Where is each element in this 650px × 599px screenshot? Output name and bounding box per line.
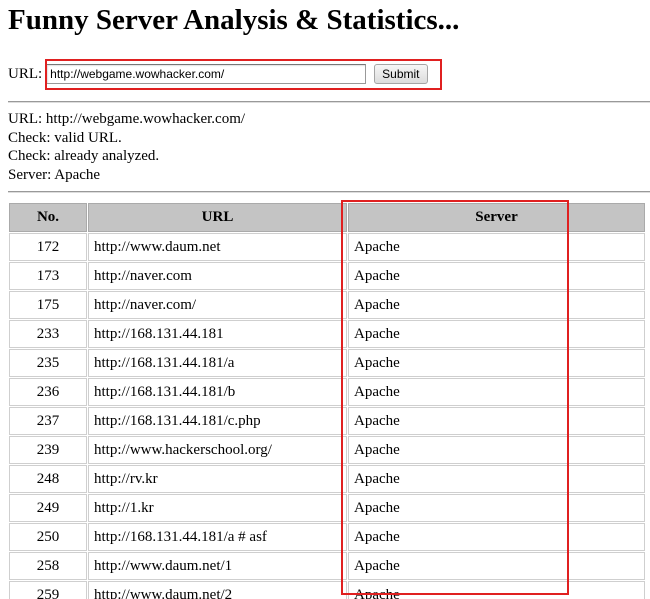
cell-url: http://rv.kr	[88, 465, 347, 493]
cell-no: 233	[9, 320, 87, 348]
table-row: 236 http://168.131.44.181/b Apache	[9, 378, 645, 406]
cell-no: 250	[9, 523, 87, 551]
cell-no: 172	[9, 233, 87, 261]
cell-server: Apache	[348, 349, 645, 377]
table-row: 175 http://naver.com/Apache	[9, 291, 645, 319]
submit-button[interactable]: Submit	[374, 64, 428, 84]
result-url-line: URL: http://webgame.wowhacker.com/	[8, 111, 246, 127]
cell-no: 259	[9, 581, 87, 599]
cell-server: Apache	[348, 233, 645, 261]
cell-url: http://1.kr	[88, 494, 347, 522]
cell-url: http://168.131.44.181/a	[88, 349, 347, 377]
url-label: URL:	[8, 65, 43, 82]
cell-url: http://naver.com	[88, 262, 347, 290]
result-server-line: Server: Apache	[8, 166, 101, 183]
table-row: 259 http://www.daum.net/2 Apache	[9, 581, 645, 599]
analysis-result: URL: http://webgame.wowhacker.com/ Check…	[8, 110, 245, 184]
cell-server: Apache	[348, 436, 645, 464]
cell-server: Apache	[348, 320, 645, 348]
cell-url: http://168.131.44.181/a # asf	[88, 523, 347, 551]
cell-no: 237	[9, 407, 87, 435]
cell-no: 173	[9, 262, 87, 290]
divider	[8, 191, 650, 193]
cell-server: Apache	[348, 465, 645, 493]
table-row: 250 http://168.131.44.181/a # asf Apache	[9, 523, 645, 551]
table-row: 239 http://www.hackerschool.org/Apache	[9, 436, 645, 464]
table-header-row: No. URL Server	[9, 203, 645, 232]
cell-server: Apache	[348, 407, 645, 435]
column-header-server: Server	[348, 203, 645, 232]
table-row: 235 http://168.131.44.181/a Apache	[9, 349, 645, 377]
cell-server: Apache	[348, 494, 645, 522]
column-header-url: URL	[88, 203, 347, 232]
cell-no: 258	[9, 552, 87, 580]
result-check-analyzed-line: Check: already analyzed.	[8, 148, 160, 164]
cell-server: Apache	[348, 291, 645, 319]
cell-no: 175	[9, 291, 87, 319]
cell-no: 235	[9, 349, 87, 377]
table-row: 172 http://www.daum.net Apache	[9, 233, 645, 261]
page-title: Funny Server Analysis & Statistics...	[8, 4, 460, 36]
cell-url: http://naver.com/	[88, 291, 347, 319]
cell-url: http://168.131.44.181/b	[88, 378, 347, 406]
table-row: 233 http://168.131.44.181 Apache	[9, 320, 645, 348]
cell-no: 236	[9, 378, 87, 406]
cell-url: http://168.131.44.181/c.php	[88, 407, 347, 435]
cell-server: Apache	[348, 378, 645, 406]
cell-url: http://www.daum.net/1	[88, 552, 347, 580]
url-form: URL: Submit	[8, 64, 428, 84]
page: Funny Server Analysis & Statistics... UR…	[0, 0, 650, 599]
cell-no: 248	[9, 465, 87, 493]
cell-url: http://168.131.44.181	[88, 320, 347, 348]
cell-url: http://www.hackerschool.org/	[88, 436, 347, 464]
divider	[8, 101, 650, 103]
table-row: 237 http://168.131.44.181/c.php Apache	[9, 407, 645, 435]
cell-url: http://www.daum.net/2	[88, 581, 347, 599]
url-input[interactable]	[46, 64, 367, 84]
cell-server: Apache	[348, 523, 645, 551]
cell-server: Apache	[348, 581, 645, 599]
cell-url: http://www.daum.net	[88, 233, 347, 261]
table-row: 248 http://rv.kr Apache	[9, 465, 645, 493]
column-header-no: No.	[9, 203, 87, 232]
cell-server: Apache	[348, 262, 645, 290]
results-table: No. URL Server 172 http://www.daum.net Apa…	[8, 202, 646, 599]
table-row: 258 http://www.daum.net/1 Apache	[9, 552, 645, 580]
cell-no: 249	[9, 494, 87, 522]
results-body: 172 http://www.daum.net Apache 173 http://na…	[9, 233, 645, 599]
cell-server: Apache	[348, 552, 645, 580]
result-check-valid-line: Check: valid URL.	[8, 129, 122, 146]
cell-no: 239	[9, 436, 87, 464]
table-row: 173 http://naver.com Apache	[9, 262, 645, 290]
table-row: 249 http://1.kr Apache	[9, 494, 645, 522]
